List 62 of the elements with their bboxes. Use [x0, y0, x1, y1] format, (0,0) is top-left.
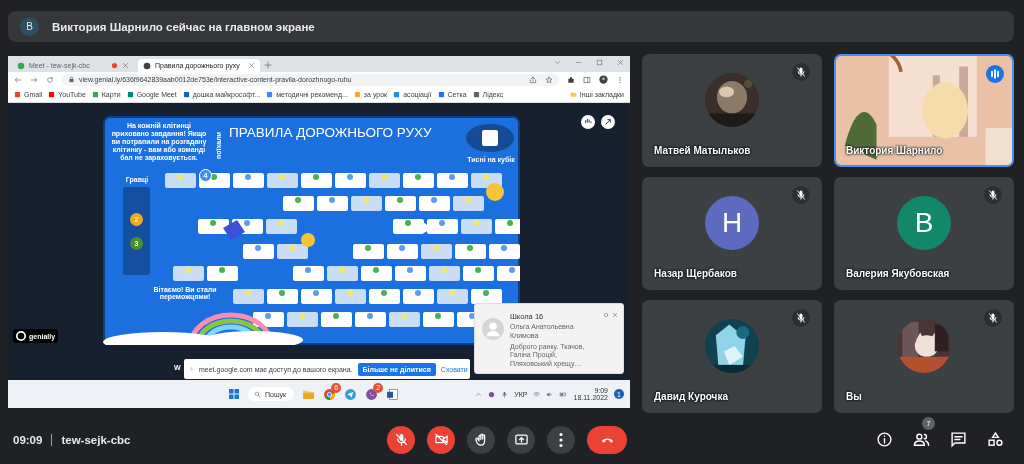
present-screen-icon [513, 432, 529, 447]
close-icon[interactable] [617, 59, 624, 66]
favicon-icon [143, 61, 151, 70]
app-tray-icon[interactable] [488, 390, 496, 398]
chat-icon[interactable] [950, 431, 967, 448]
paper-plane-icon[interactable] [344, 387, 358, 401]
more-options-button[interactable] [547, 425, 575, 454]
present-screen-button[interactable] [507, 425, 535, 454]
microphone-off-icon [393, 432, 409, 447]
close-icon[interactable] [248, 62, 255, 69]
settings-icon[interactable] [603, 312, 609, 318]
extensions-icon[interactable] [567, 75, 575, 84]
meeting-code: tew-sejk-cbc [61, 433, 131, 446]
activities-icon[interactable] [987, 431, 1004, 448]
back-icon[interactable] [14, 75, 22, 84]
profile-icon[interactable] [599, 75, 608, 84]
browser-icon[interactable] [323, 387, 337, 401]
participant-name: Назар Щербаков [654, 268, 737, 279]
microphone-icon[interactable] [501, 390, 509, 398]
participant-name: Вы [846, 391, 862, 402]
sidebar-icon[interactable] [583, 75, 591, 84]
avatar-initial: Н [705, 195, 759, 250]
new-tab-icon[interactable] [264, 61, 272, 69]
camera-off-button[interactable] [427, 425, 455, 454]
leave-call-button[interactable] [587, 425, 627, 454]
participant-name: Валерия Якубовская [846, 268, 950, 279]
battery-icon[interactable] [559, 390, 568, 398]
raise-hand-button[interactable] [467, 425, 495, 454]
lock-icon [68, 76, 75, 83]
logo-icon [16, 331, 26, 341]
folder-icon [569, 91, 577, 98]
minimize-icon[interactable] [575, 59, 582, 66]
close-icon[interactable] [122, 62, 129, 69]
close-icon[interactable] [612, 312, 618, 318]
microphone-off-button[interactable] [387, 425, 415, 454]
info-icon[interactable] [876, 431, 893, 448]
more-options-icon [559, 432, 563, 447]
participant-name: Матвей Матыльков [654, 145, 751, 156]
participant-name: Давид Курочка [654, 391, 728, 402]
share-icon[interactable] [529, 75, 537, 84]
meeting-time: 09:09 [13, 433, 43, 446]
menu-icon[interactable] [616, 75, 624, 84]
people-icon[interactable] [913, 431, 930, 448]
speaker-icon[interactable] [546, 390, 554, 398]
search-icon [254, 390, 261, 398]
star-icon[interactable] [545, 75, 553, 84]
banner-text: Виктория Шарнило сейчас на главном экране [52, 20, 315, 33]
document-icon[interactable] [386, 387, 400, 401]
camera-off-icon [433, 432, 449, 447]
favicon-icon [17, 61, 25, 70]
maximize-icon[interactable] [596, 59, 603, 66]
drag-handle-icon [189, 365, 194, 373]
phone-bubble-icon[interactable] [365, 387, 379, 401]
start-icon[interactable] [228, 388, 240, 400]
board-title: ПРАВИЛА ДОРОЖНЬОГО РУХУ [229, 125, 432, 140]
audio-level-icon [986, 65, 1004, 83]
expand-icon[interactable] [601, 115, 615, 129]
forward-icon[interactable] [30, 75, 38, 84]
reload-icon[interactable] [46, 75, 54, 84]
avatar-initial: В [20, 17, 39, 36]
avatar-icon [482, 318, 504, 340]
avatar-initial: В [897, 195, 951, 250]
